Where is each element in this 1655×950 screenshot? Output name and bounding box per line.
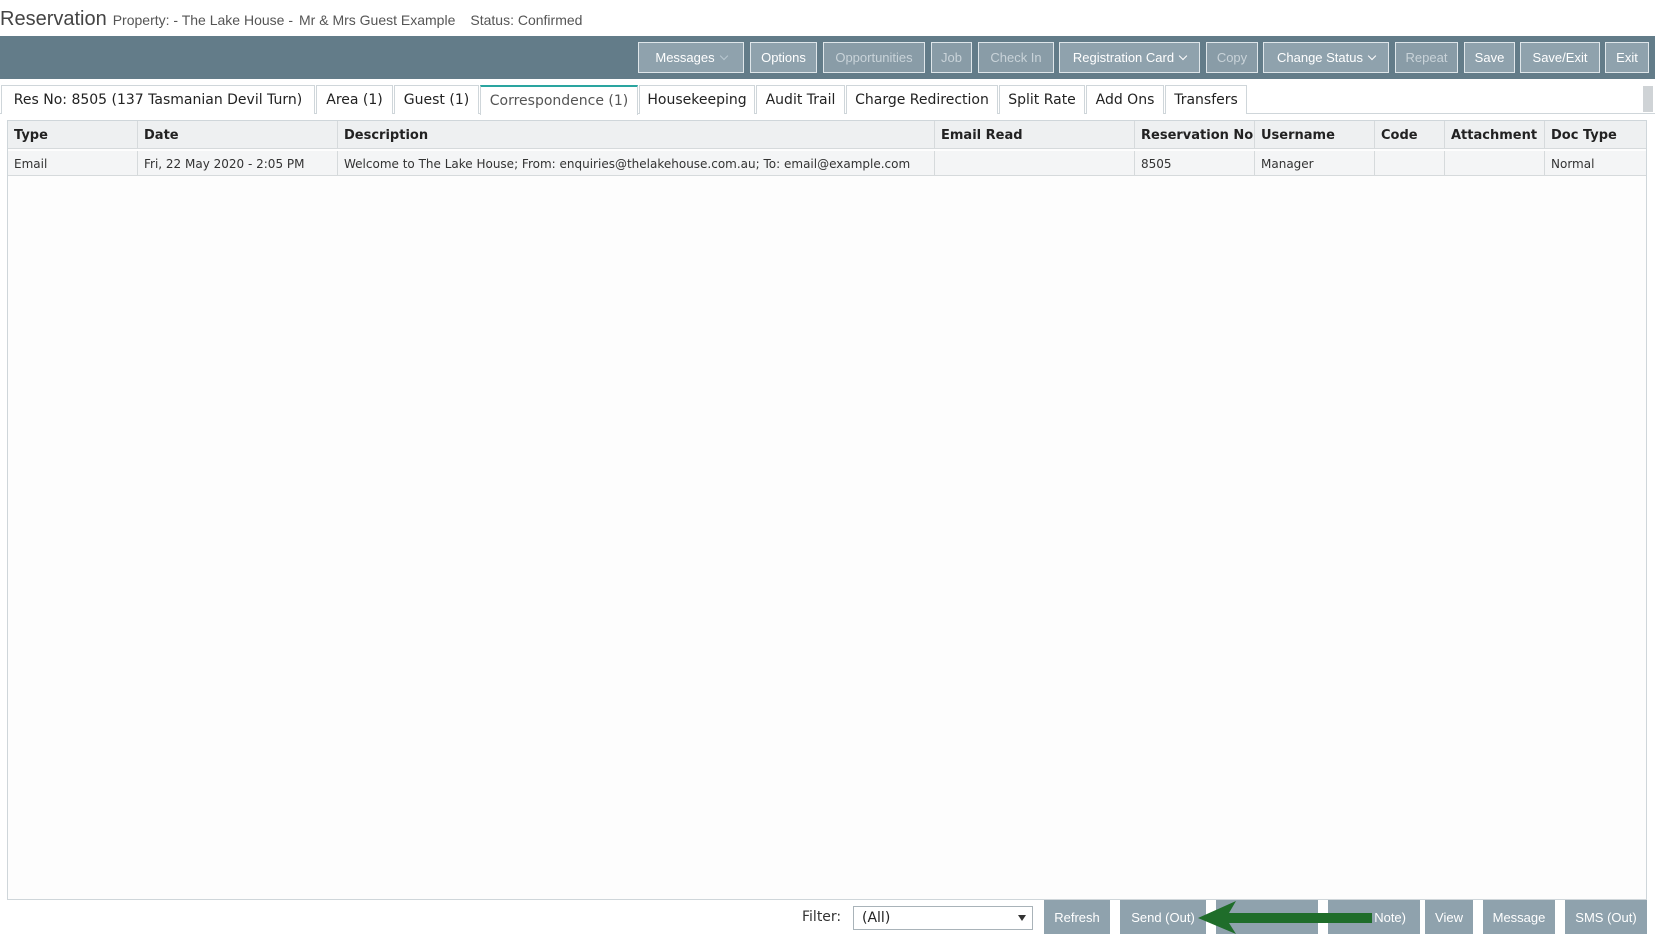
cell-username: Manager	[1255, 151, 1375, 176]
chevron-down-icon	[1367, 51, 1377, 60]
cell-code	[1375, 151, 1445, 176]
tab-reservation[interactable]: Res No: 8505 (137 Tasmanian Devil Turn)	[1, 85, 315, 114]
tab-label: Res No: 8505 (137 Tasmanian Devil Turn)	[13, 92, 303, 108]
job-label: Job	[941, 50, 962, 65]
view-button[interactable]: View	[1425, 900, 1473, 934]
refresh-label: Refresh	[1054, 909, 1100, 925]
tab-transfers[interactable]: Transfers	[1165, 85, 1247, 114]
tab-housekeeping[interactable]: Housekeeping	[639, 85, 755, 114]
tab-charge-redirection[interactable]: Charge Redirection	[846, 85, 998, 114]
save-button[interactable]: Save	[1464, 42, 1515, 73]
send-out-label: Send (Out)	[1131, 909, 1195, 925]
tab-label: Split Rate	[1008, 92, 1076, 108]
tab-label: Correspondence (1)	[489, 93, 629, 109]
title-bar: Reservation Property: - The Lake House -…	[0, 0, 1655, 36]
exit-button[interactable]: Exit	[1605, 42, 1649, 73]
change-status-label: Change Status	[1276, 50, 1363, 65]
column-header-reservation-no[interactable]: Reservation No	[1135, 121, 1255, 149]
exit-label: Exit	[1616, 50, 1638, 65]
message-label: Message	[1492, 909, 1546, 925]
job-button[interactable]: Job	[931, 42, 972, 73]
correspondence-grid: Type Date Description Email Read Reserva…	[7, 120, 1647, 900]
tab-guest[interactable]: Guest (1)	[394, 85, 479, 114]
tab-area[interactable]: Area (1)	[316, 85, 393, 114]
column-header-attachment[interactable]: Attachment	[1445, 121, 1545, 149]
opportunities-label: Opportunities	[835, 50, 913, 65]
copy-label: Copy	[1216, 50, 1248, 65]
column-header-description[interactable]: Description	[338, 121, 935, 149]
note-label: Note)	[1374, 909, 1406, 925]
messages-button[interactable]: Messages	[638, 42, 744, 73]
guest-name: Mr & Mrs Guest Example	[299, 12, 456, 28]
send-out-button[interactable]: Send (Out)	[1120, 900, 1206, 934]
options-button[interactable]: Options	[750, 42, 817, 73]
copy-button[interactable]: Copy	[1206, 42, 1258, 73]
tab-split-rate[interactable]: Split Rate	[999, 85, 1085, 114]
cell-attachment	[1445, 151, 1545, 176]
tab-label: Charge Redirection	[855, 92, 989, 108]
grid-header: Type Date Description Email Read Reserva…	[8, 121, 1646, 149]
table-row[interactable]: Email Fri, 22 May 2020 - 2:05 PM Welcome…	[8, 151, 1646, 176]
registration-card-button[interactable]: Registration Card	[1059, 42, 1200, 73]
check-in-label: Check In	[990, 50, 1042, 65]
chevron-down-icon	[1178, 51, 1188, 60]
sms-out-button[interactable]: SMS (Out)	[1565, 900, 1647, 934]
reservation-status: Status: Confirmed	[470, 12, 583, 28]
cell-type: Email	[8, 151, 138, 176]
tab-audit-trail[interactable]: Audit Trail	[756, 85, 845, 114]
sms-out-label: SMS (Out)	[1575, 909, 1637, 925]
cell-description: Welcome to The Lake House; From: enquiri…	[338, 151, 935, 176]
cell-doc-type: Normal	[1551, 156, 1595, 171]
tab-label: Area (1)	[326, 92, 383, 108]
tab-label: Housekeeping	[647, 92, 747, 108]
column-header-email-read[interactable]: Email Read	[935, 121, 1135, 149]
refresh-button[interactable]: Refresh	[1044, 900, 1110, 934]
tab-label: Transfers	[1174, 92, 1238, 108]
repeat-button[interactable]: Repeat	[1395, 42, 1458, 73]
save-exit-label: Save/Exit	[1532, 50, 1588, 65]
options-label: Options	[761, 50, 806, 65]
annotation-arrow-icon	[1198, 901, 1372, 934]
column-header-type[interactable]: Type	[8, 121, 138, 149]
cell-date: Fri, 22 May 2020 - 2:05 PM	[138, 151, 338, 176]
dropdown-caret-icon	[1018, 915, 1026, 921]
filter-select[interactable]: (All)	[853, 906, 1033, 930]
tab-label: Audit Trail	[765, 92, 836, 108]
column-header-date[interactable]: Date	[138, 121, 338, 149]
tab-add-ons[interactable]: Add Ons	[1086, 85, 1164, 114]
save-exit-button[interactable]: Save/Exit	[1520, 42, 1600, 73]
tab-strip: Res No: 8505 (137 Tasmanian Devil Turn) …	[0, 85, 1655, 115]
cell-reservation-no: 8505	[1135, 151, 1255, 176]
repeat-label: Repeat	[1405, 50, 1448, 65]
check-in-button[interactable]: Check In	[978, 42, 1054, 73]
message-button[interactable]: Message	[1483, 900, 1555, 934]
tab-label: Guest (1)	[403, 92, 470, 108]
filter-label: Filter:	[802, 909, 842, 925]
messages-label: Messages	[655, 50, 715, 65]
column-header-username[interactable]: Username	[1255, 121, 1375, 149]
page-title: Reservation	[0, 8, 107, 30]
registration-card-label: Registration Card	[1072, 50, 1175, 65]
tab-correspondence[interactable]: Correspondence (1)	[480, 85, 638, 115]
column-header-code[interactable]: Code	[1375, 121, 1445, 149]
scrollbar-thumb[interactable]	[1643, 86, 1653, 112]
column-header-doc-type[interactable]: Doc Type	[1545, 121, 1646, 149]
opportunities-button[interactable]: Opportunities	[823, 42, 925, 73]
property-label: Property: - The Lake House -	[112, 12, 293, 28]
filter-value: (All)	[862, 910, 891, 926]
tab-label: Add Ons	[1095, 92, 1155, 108]
chevron-down-icon	[719, 51, 728, 60]
cell-email-read	[935, 151, 1135, 176]
view-label: View	[1435, 909, 1463, 925]
save-label: Save	[1474, 50, 1505, 65]
change-status-button[interactable]: Change Status	[1263, 42, 1389, 73]
toolbar: Messages Options Opportunities Job Check…	[0, 36, 1655, 79]
